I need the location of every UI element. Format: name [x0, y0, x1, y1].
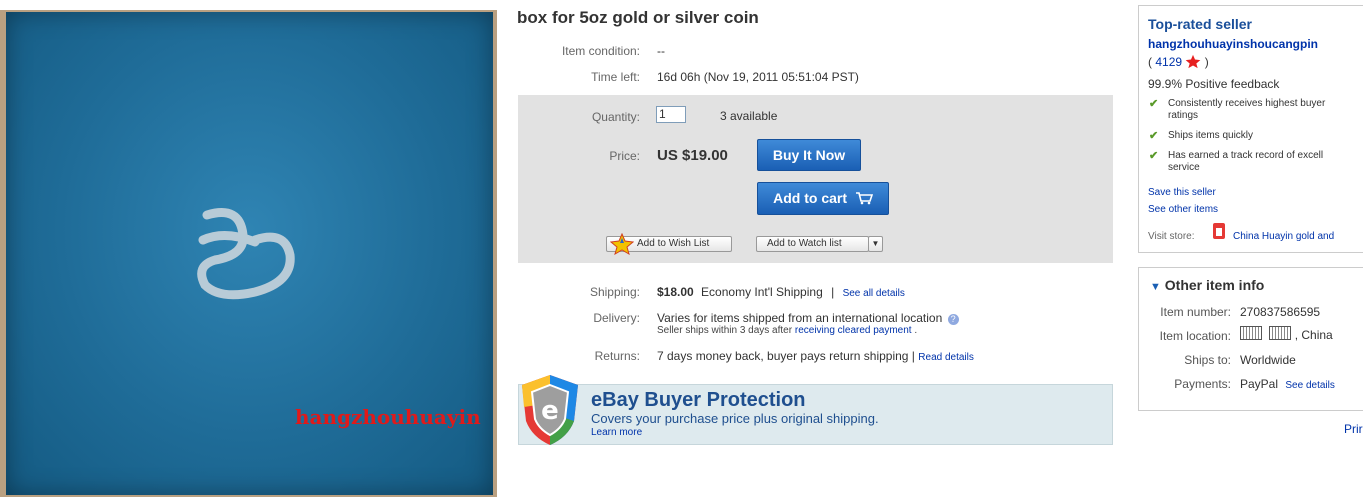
shipping-row: $18.00 Economy Int'l Shipping | See all …	[657, 285, 905, 299]
collapse-triangle-icon: ▼	[1150, 281, 1161, 293]
item-title: box for 5oz gold or silver coin	[517, 8, 759, 27]
delivery-sub-text: Seller ships within 3 days after	[657, 325, 793, 336]
save-seller-link[interactable]: Save this seller	[1148, 187, 1216, 198]
shipping-label: Shipping:	[589, 285, 640, 299]
payments-label: Payments:	[1174, 377, 1231, 391]
item-location-label: Item location:	[1159, 329, 1231, 343]
watch-list-dropdown[interactable]: ▼	[868, 236, 883, 252]
returns-label: Returns:	[594, 349, 640, 363]
help-icon[interactable]: ?	[947, 314, 959, 325]
chevron-down-icon: ▼	[871, 239, 880, 248]
ships-to-value: Worldwide	[1240, 353, 1296, 367]
positive-feedback: 99.9% Positive feedback	[1148, 77, 1280, 91]
cart-icon	[855, 192, 874, 205]
other-info-header[interactable]: ▼ Other item info	[1150, 277, 1264, 293]
item-number-label: Item number:	[1160, 305, 1231, 319]
top-rated-seller-heading: Top-rated seller	[1148, 16, 1252, 32]
time-left-label: Time left:	[591, 70, 640, 84]
delivery-period: .	[914, 325, 918, 336]
watermark-text: hangzhouhuayin	[295, 405, 481, 429]
time-left-value: 16d 06h (Nov 19, 2011 05:51:04 PST)	[657, 70, 859, 84]
condition-value: --	[657, 44, 665, 58]
delivery-text: Varies for items shipped from an interna…	[657, 311, 943, 325]
wish-star-icon	[610, 233, 634, 255]
seller-bullet-1b: ratings	[1168, 110, 1199, 121]
check-icon: ✔	[1149, 130, 1159, 142]
quantity-label: Quantity:	[591, 110, 640, 124]
payments-see-details-link[interactable]: See details	[1285, 380, 1334, 391]
unknown-glyph-icon	[1240, 326, 1262, 340]
feedback-star-icon	[1186, 54, 1201, 69]
buyer-protection-shield-icon: e	[522, 375, 578, 445]
protection-title: eBay Buyer Protection	[591, 389, 806, 411]
see-all-details-link[interactable]: See all details	[843, 288, 905, 299]
condition-label: Item condition:	[561, 44, 640, 58]
score-close: )	[1204, 55, 1209, 69]
feedback-score-row: ( 4129 )	[1148, 54, 1209, 69]
shipping-cost: $18.00	[657, 285, 694, 299]
returns-row: 7 days money back, buyer pays return shi…	[657, 349, 974, 363]
seller-bullet-3: Has earned a track record of excell	[1168, 150, 1324, 161]
payments-row: PayPal See details	[1240, 377, 1335, 391]
seller-bullet-3b: service	[1168, 162, 1200, 173]
store-icon	[1213, 223, 1225, 239]
store-name-link[interactable]: China Huayin gold and	[1233, 231, 1334, 242]
ships-to-label: Ships to:	[1184, 353, 1231, 367]
protection-subtitle: Covers your purchase price plus original…	[591, 411, 879, 426]
read-details-link[interactable]: Read details	[918, 352, 974, 363]
svg-text:e: e	[541, 396, 559, 426]
shipping-method: Economy Int'l Shipping	[701, 285, 823, 299]
delivery-label: Delivery:	[593, 311, 640, 325]
shipping-separator: |	[831, 285, 835, 299]
learn-more-link[interactable]: Learn more	[591, 427, 642, 438]
delivery-row: Varies for items shipped from an interna…	[657, 311, 959, 325]
brand-logo	[197, 208, 295, 300]
item-number-value: 270837586595	[1240, 305, 1321, 319]
quantity-input[interactable]: 1	[656, 106, 686, 123]
returns-text: 7 days money back, buyer pays return shi…	[657, 349, 915, 363]
seller-name-link[interactable]: hangzhouhuayinshoucangpin	[1148, 37, 1318, 51]
item-location-value: , China	[1240, 326, 1333, 342]
delivery-sub-row: Seller ships within 3 days after receivi…	[657, 325, 917, 336]
feedback-score-link[interactable]: 4129	[1155, 55, 1182, 69]
add-to-cart-label: Add to cart	[773, 190, 847, 206]
seller-bullet-2: Ships items quickly	[1168, 130, 1254, 141]
payments-value: PayPal	[1240, 377, 1279, 391]
check-icon: ✔	[1149, 98, 1159, 110]
print-link[interactable]: Prir	[1344, 422, 1363, 436]
add-to-cart-button[interactable]: Add to cart	[757, 182, 889, 215]
buy-it-now-button[interactable]: Buy It Now	[757, 139, 861, 171]
seller-bullet-1: Consistently receives highest buyer	[1168, 98, 1326, 109]
available-count: 3 available	[720, 109, 778, 123]
wish-list-label: Add to Wish List	[637, 238, 710, 249]
cleared-payment-link[interactable]: receiving cleared payment	[795, 325, 912, 336]
location-country: , China	[1294, 328, 1333, 342]
price-label: Price:	[609, 149, 640, 163]
add-to-watch-list-button[interactable]: Add to Watch list	[756, 236, 869, 252]
other-info-heading: Other item info	[1164, 277, 1265, 293]
score-open: (	[1148, 55, 1152, 69]
visit-store-label: Visit store:	[1148, 231, 1195, 242]
price-value: US $19.00	[657, 147, 728, 164]
unknown-glyph-icon	[1269, 326, 1292, 340]
check-icon: ✔	[1149, 150, 1159, 162]
see-other-items-link[interactable]: See other items	[1148, 204, 1218, 215]
add-to-wish-list-button[interactable]: Add to Wish List	[606, 233, 732, 255]
